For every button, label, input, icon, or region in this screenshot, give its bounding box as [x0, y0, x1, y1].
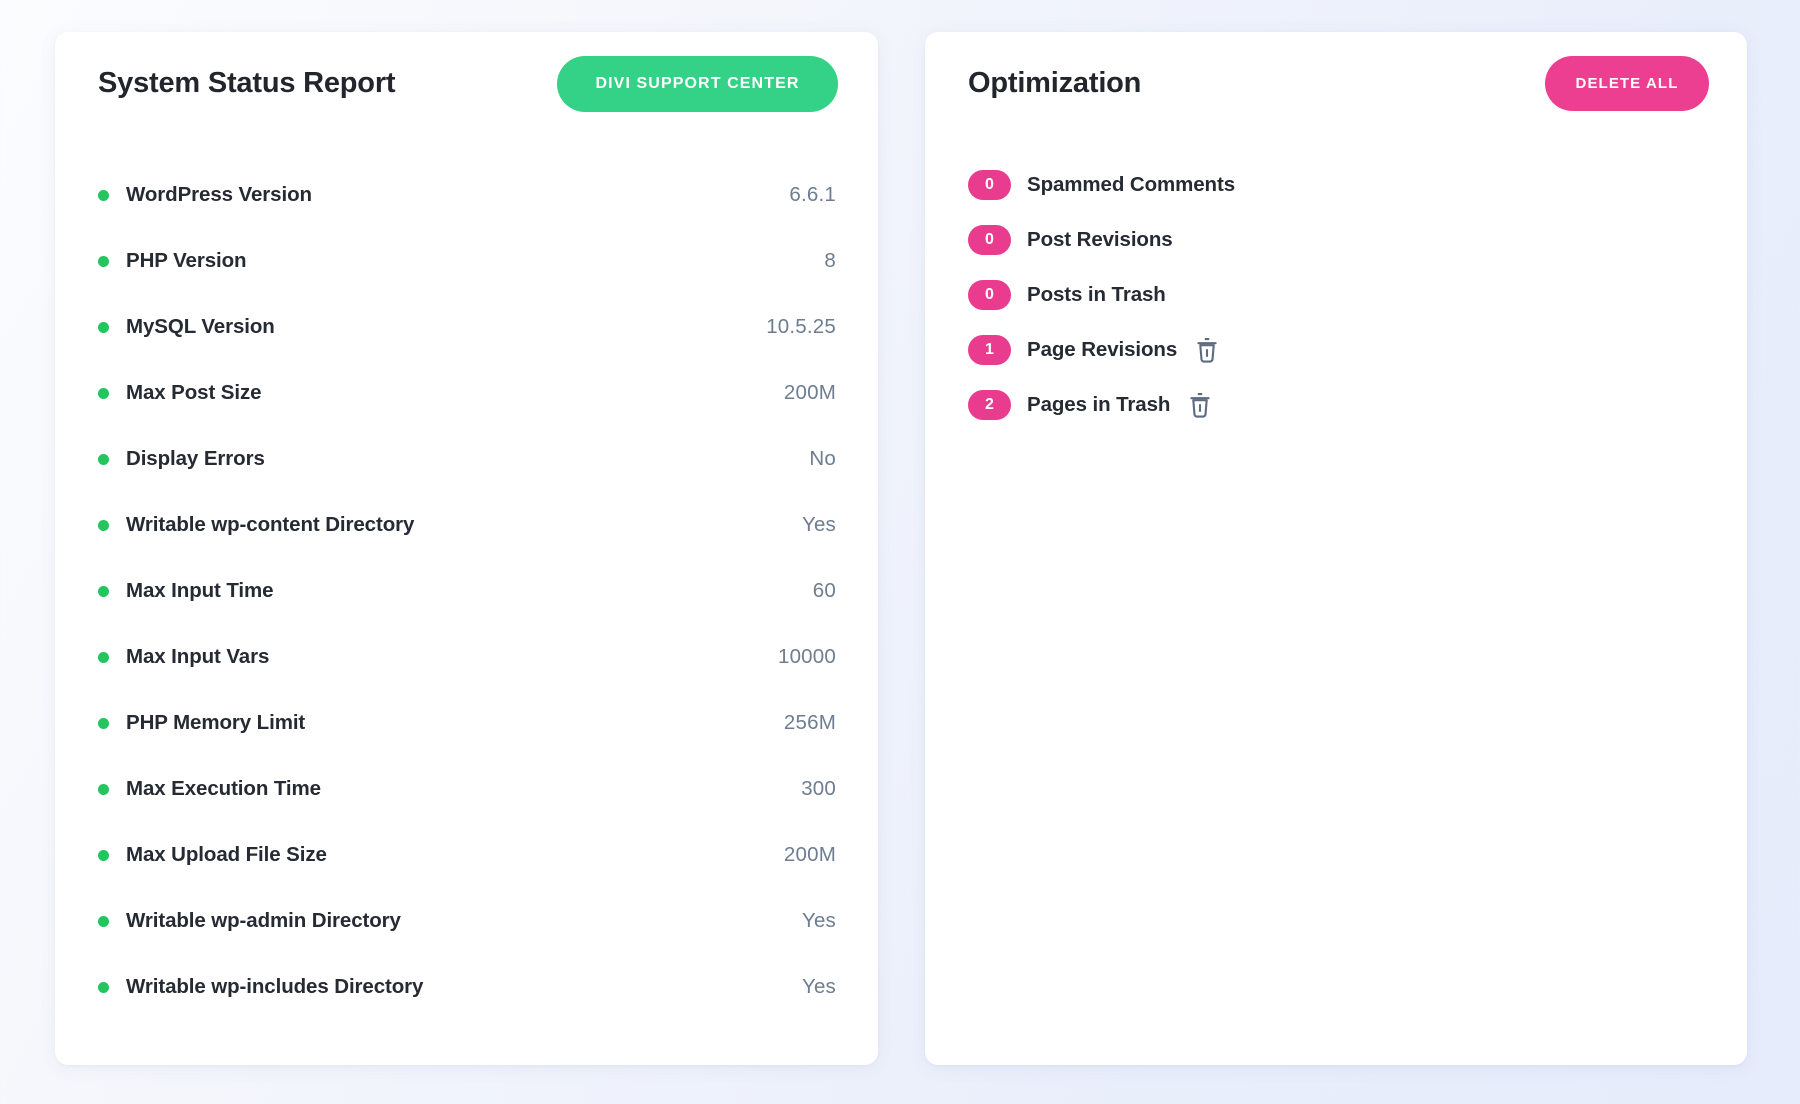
status-label: PHP Memory Limit	[126, 711, 305, 735]
status-row: Max Upload File Size 200M	[98, 822, 836, 888]
status-row: Writable wp-admin Directory Yes	[98, 888, 836, 954]
divi-support-center-button[interactable]: DIVI SUPPORT CENTER	[557, 56, 838, 112]
status-row: Writable wp-content Directory Yes	[98, 492, 836, 558]
status-label: Max Input Vars	[126, 645, 269, 669]
status-row: Max Execution Time 300	[98, 756, 836, 822]
system-status-list: WordPress Version 6.6.1 PHP Version 8 MySQL …	[55, 135, 878, 1020]
status-ok-dot-icon	[98, 982, 109, 993]
status-ok-dot-icon	[98, 784, 109, 795]
status-label: Writable wp-admin Directory	[126, 909, 401, 933]
status-row: Writable wp-includes Directory Yes	[98, 954, 836, 1020]
optimization-title: Optimization	[968, 69, 1141, 98]
status-ok-dot-icon	[98, 652, 109, 663]
status-ok-dot-icon	[98, 388, 109, 399]
status-row: MySQL Version 10.5.25	[98, 294, 836, 360]
page-title: System Status Report	[98, 69, 395, 98]
status-ok-dot-icon	[98, 520, 109, 531]
optimization-row: 0 Spammed Comments	[968, 157, 1705, 212]
status-label: Max Upload File Size	[126, 843, 327, 867]
status-value: 200M	[784, 381, 836, 405]
trash-icon[interactable]	[1194, 337, 1220, 364]
status-value: Yes	[802, 975, 836, 999]
count-badge: 2	[968, 390, 1011, 420]
optimization-label: Pages in Trash	[1027, 393, 1170, 417]
optimization-label: Posts in Trash	[1027, 283, 1166, 307]
delete-all-button[interactable]: DELETE ALL	[1545, 56, 1709, 111]
status-label: Writable wp-includes Directory	[126, 975, 423, 999]
status-value: 60	[813, 579, 836, 603]
status-row: Max Input Time 60	[98, 558, 836, 624]
count-badge: 0	[968, 225, 1011, 255]
status-label: Max Post Size	[126, 381, 261, 405]
optimization-list: 0 Spammed Comments 0 Post Revisions 0 Posts i…	[925, 135, 1747, 432]
status-row: Max Input Vars 10000	[98, 624, 836, 690]
count-badge: 1	[968, 335, 1011, 365]
optimization-label: Spammed Comments	[1027, 173, 1235, 197]
status-value: 256M	[784, 711, 836, 735]
optimization-row: 1 Page Revisions	[968, 322, 1705, 377]
optimization-label: Page Revisions	[1027, 338, 1177, 362]
status-label: WordPress Version	[126, 183, 312, 207]
status-ok-dot-icon	[98, 916, 109, 927]
status-ok-dot-icon	[98, 850, 109, 861]
status-ok-dot-icon	[98, 322, 109, 333]
status-label: Writable wp-content Directory	[126, 513, 414, 537]
optimization-card-header: Optimization DELETE ALL	[925, 32, 1747, 135]
status-label: Display Errors	[126, 447, 265, 471]
dashboard-board: System Status Report DIVI SUPPORT CENTER…	[0, 0, 1800, 1104]
status-value: 200M	[784, 843, 836, 867]
status-value: 10000	[778, 645, 836, 669]
status-row: PHP Memory Limit 256M	[98, 690, 836, 756]
status-label: Max Input Time	[126, 579, 273, 603]
optimization-label: Post Revisions	[1027, 228, 1173, 252]
count-badge: 0	[968, 280, 1011, 310]
status-value: 300	[801, 777, 836, 801]
status-value: No	[809, 447, 836, 471]
status-ok-dot-icon	[98, 718, 109, 729]
status-row: PHP Version 8	[98, 228, 836, 294]
status-value: 6.6.1	[789, 183, 836, 207]
status-row: Display Errors No	[98, 426, 836, 492]
optimization-row: 0 Posts in Trash	[968, 267, 1705, 322]
status-row: WordPress Version 6.6.1	[98, 162, 836, 228]
status-label: PHP Version	[126, 249, 246, 273]
status-label: Max Execution Time	[126, 777, 321, 801]
optimization-row: 0 Post Revisions	[968, 212, 1705, 267]
status-value: 10.5.25	[766, 315, 836, 339]
system-status-card: System Status Report DIVI SUPPORT CENTER…	[55, 32, 878, 1065]
status-ok-dot-icon	[98, 586, 109, 597]
optimization-row: 2 Pages in Trash	[968, 377, 1705, 432]
trash-icon[interactable]	[1187, 392, 1213, 419]
status-ok-dot-icon	[98, 256, 109, 267]
system-status-card-header: System Status Report DIVI SUPPORT CENTER	[55, 32, 878, 135]
count-badge: 0	[968, 170, 1011, 200]
status-value: Yes	[802, 909, 836, 933]
status-ok-dot-icon	[98, 454, 109, 465]
optimization-card: Optimization DELETE ALL 0 Spammed Comment…	[925, 32, 1747, 1065]
status-label: MySQL Version	[126, 315, 275, 339]
status-row: Max Post Size 200M	[98, 360, 836, 426]
status-value: Yes	[802, 513, 836, 537]
status-value: 8	[824, 249, 836, 273]
status-ok-dot-icon	[98, 190, 109, 201]
